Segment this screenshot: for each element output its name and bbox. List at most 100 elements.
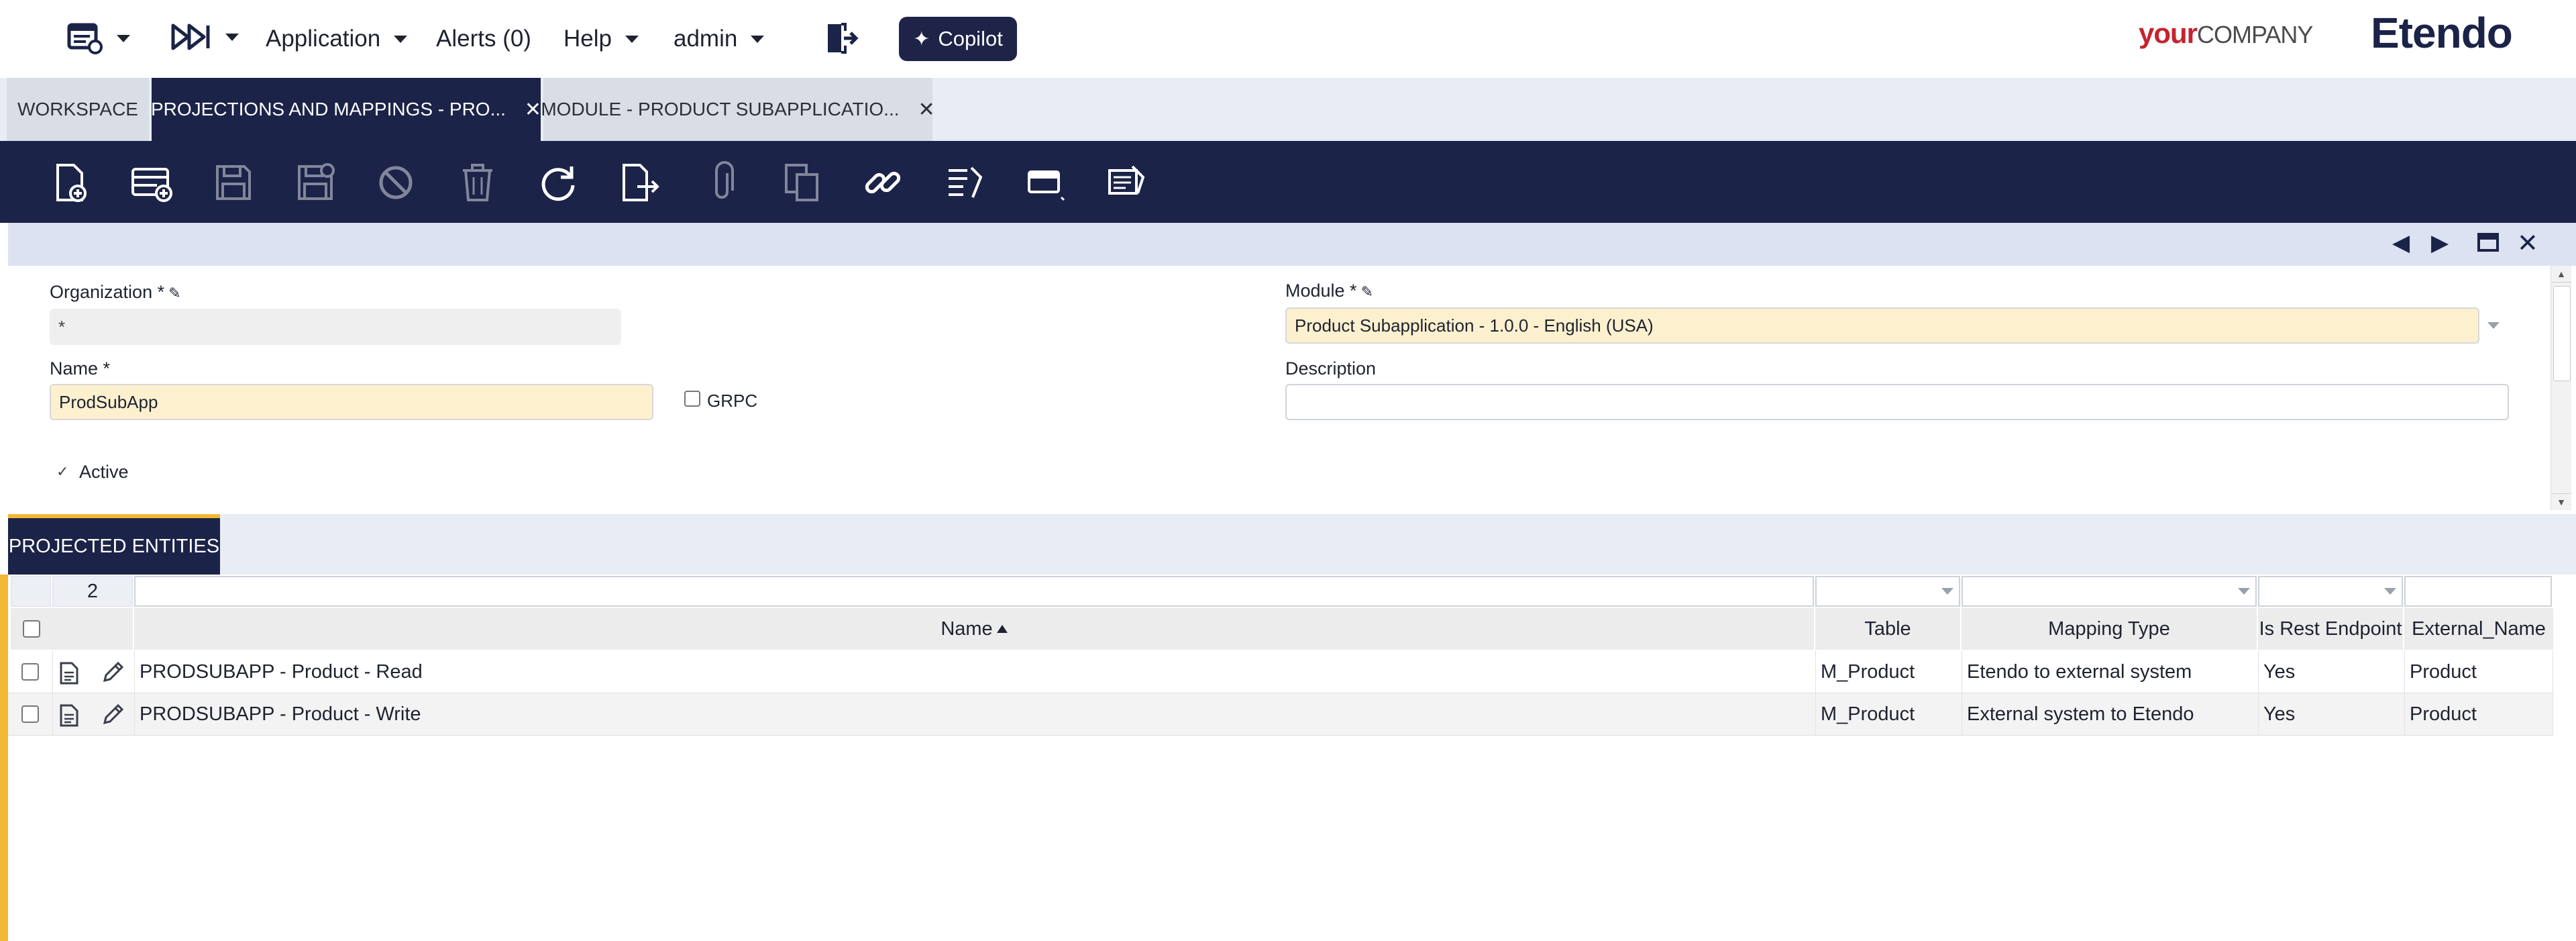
tab-projections-and-mappings[interactable]: PROJECTIONS AND MAPPINGS - PRO... ✕ [150,78,541,141]
module-dropdown-icon[interactable] [2487,322,2500,329]
new-row-icon [131,168,172,202]
form-grid-toggle-icon [1028,170,1065,201]
new-document-icon [56,164,87,202]
grid-view-button[interactable] [1022,158,1071,207]
application-menu-label: Application [266,26,381,52]
audit-button[interactable] [941,158,989,207]
help-menu[interactable]: Help [564,20,639,58]
select-all-cell [11,608,52,650]
organization-field[interactable]: * [50,309,621,345]
chevron-down-icon[interactable] [1941,588,1953,595]
chevron-down-icon[interactable] [2384,588,2396,595]
close-icon[interactable]: ✕ [525,98,541,121]
scroll-down-arrow-icon[interactable]: ▼ [2551,493,2571,510]
tab-label: PROJECTIONS AND MAPPINGS - PRO... [150,99,506,119]
column-divider [2404,651,2405,736]
is-rest-endpoint-filter-input[interactable] [2258,576,2403,607]
pencil-icon [103,703,124,725]
description-field[interactable] [1285,384,2509,420]
subtab-bar [8,514,2576,575]
subtab-label: PROJECTED ENTITIES [8,535,220,557]
close-form-button[interactable]: ✕ [2517,228,2538,258]
cell-name-text: PRODSUBAPP - Product - Write [140,703,421,725]
chevron-down-icon [751,35,765,43]
pencil-icon [103,661,124,683]
alerts-label: Alerts (0) [436,26,531,52]
top-navigation-bar: Application Alerts (0) Help admin ✦ Copi… [0,0,2576,78]
column-divider [134,651,135,736]
name-filter-input[interactable] [134,576,1814,607]
quick-launch-menu[interactable] [67,21,130,55]
table-filter-input[interactable] [1815,576,1960,607]
export-button[interactable] [616,158,664,207]
company-logo-company: COMPANY [2197,21,2313,48]
grpc-checkbox[interactable] [684,391,700,407]
user-menu[interactable]: admin [674,20,765,58]
maximize-icon [2477,233,2499,252]
refresh-button[interactable] [534,158,582,207]
column-header-external-name[interactable]: External_Name [2404,608,2553,650]
attachment-button[interactable] [698,158,746,207]
open-form-button[interactable] [59,662,79,688]
column-header-mapping-type-label: Mapping Type [2048,617,2170,640]
logout-icon [828,23,859,54]
quick-run-menu[interactable] [170,21,239,52]
user-menu-label: admin [674,26,738,52]
cell-is-rest-endpoint: Yes [2263,651,2402,693]
help-menu-label: Help [564,26,612,52]
paperclip-icon [715,161,734,199]
report-button[interactable] [1103,158,1151,207]
triangle-left-icon: ◀ [2392,230,2410,256]
select-all-checkbox[interactable] [23,620,40,638]
undo-button[interactable] [372,158,420,207]
active-checkbox[interactable]: ✓ [56,463,68,481]
external-name-filter-input[interactable] [2404,576,2552,607]
row-select-checkbox[interactable] [21,705,39,723]
cell-table-text: M_Product [1821,660,1915,683]
edit-row-button[interactable] [101,660,125,688]
tab-module-product-subapplication[interactable]: MODULE - PRODUCT SUBAPPLICATIO... ✕ [541,78,935,141]
column-header-name[interactable]: Name [134,608,1815,650]
chevron-down-icon [625,35,639,43]
logout-button[interactable] [824,21,859,58]
save-close-button[interactable] [291,158,339,207]
row-select-checkbox[interactable] [21,663,39,681]
tab-projected-entities[interactable]: PROJECTED ENTITIES [8,514,220,575]
window-menu-icon [67,23,103,54]
alerts-link[interactable]: Alerts (0) [436,20,531,58]
close-icon[interactable]: ✕ [918,98,935,121]
form-scrollbar[interactable]: ▲ ▼ [2551,266,2571,510]
cell-mapping-type: External system to Etendo [1967,693,2255,735]
application-menu[interactable]: Application [266,20,408,58]
edit-row-button[interactable] [101,703,125,730]
save-button[interactable] [209,158,258,207]
tab-workspace[interactable]: WORKSPACE [7,78,149,141]
maximize-button[interactable] [2477,232,2500,258]
organization-label: Organization * ✎ [50,282,181,303]
cell-mapping-type-text: External system to Etendo [1967,703,2194,725]
previous-record-button[interactable]: ◀ [2392,230,2410,256]
scroll-up-arrow-icon[interactable]: ▲ [2551,266,2571,283]
open-form-button[interactable] [59,704,79,730]
module-field[interactable]: Product Subapplication - 1.0.0 - English… [1285,307,2479,344]
chevron-down-icon[interactable] [2238,588,2250,595]
new-document-button[interactable] [46,158,94,207]
active-tab-indicator [0,575,8,941]
scrollbar-thumb[interactable] [2553,286,2571,381]
name-field[interactable]: ProdSubApp [50,384,653,420]
etendo-logo: Etendo [2371,9,2513,57]
copy-record-button[interactable] [778,158,826,207]
link-button[interactable] [859,158,907,207]
mapping-type-filter-input[interactable] [1962,576,2257,607]
column-header-is-rest-endpoint[interactable]: Is Rest Endpoint [2258,608,2404,650]
cell-name: PRODSUBAPP - Product - Write [140,693,1810,735]
trash-icon [463,164,492,201]
chevron-down-icon [117,34,130,42]
cell-name: PRODSUBAPP - Product - Read [140,651,1810,693]
next-record-button[interactable]: ▶ [2431,230,2449,256]
new-row-button[interactable] [127,158,176,207]
copilot-button[interactable]: ✦ Copilot [899,17,1017,61]
column-header-table[interactable]: Table [1815,608,1962,650]
column-header-mapping-type[interactable]: Mapping Type [1962,608,2258,650]
delete-button[interactable] [453,158,502,207]
